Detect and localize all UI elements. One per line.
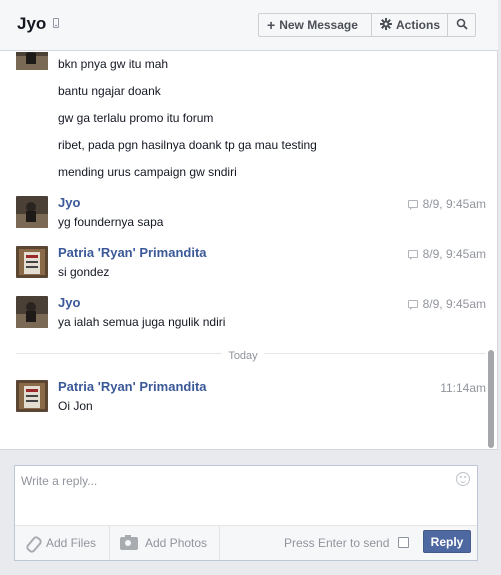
avatar-jyo[interactable] xyxy=(16,296,48,328)
chat-bubble-icon xyxy=(407,300,418,310)
message-text: ribet, pada pgn hasilnya doank tp ga mau… xyxy=(58,138,317,152)
message-sender[interactable]: Jyo xyxy=(58,295,80,310)
message-timestamp: 8/9, 9:45am xyxy=(407,297,486,311)
timestamp-text: 8/9, 9:45am xyxy=(422,297,486,311)
gear-icon xyxy=(380,18,392,32)
message-timestamp: 8/9, 9:45am xyxy=(407,247,486,261)
search-button[interactable] xyxy=(448,13,476,37)
avatar-patria[interactable] xyxy=(16,380,48,412)
search-icon xyxy=(456,18,468,33)
chat-bubble-icon xyxy=(407,200,418,210)
message-text: ya ialah semua juga ngulik ndiri xyxy=(58,315,226,329)
header-button-group: + New Message Actions xyxy=(258,13,476,37)
timestamp-text: 8/9, 9:45am xyxy=(422,247,486,261)
avatar-patria[interactable] xyxy=(16,246,48,278)
scrollbar-thumb[interactable] xyxy=(488,350,494,448)
message-text: gw ga terlalu promo itu forum xyxy=(58,111,214,125)
enter-to-send-label: Press Enter to send xyxy=(284,536,390,550)
message-panel: Jyo + New Message Actions bkn pnya gw it… xyxy=(0,0,498,575)
message-text: Oi Jon xyxy=(58,399,93,413)
mobile-icon xyxy=(53,18,59,28)
reply-input[interactable] xyxy=(15,466,477,524)
chat-bubble-icon xyxy=(407,250,418,260)
reply-button[interactable]: Reply xyxy=(423,530,471,553)
camera-icon xyxy=(120,534,138,550)
conversation-thread: bkn pnya gw itu mah bantu ngajar doank g… xyxy=(0,52,486,448)
message-text: mending urus campaign gw sndiri xyxy=(58,165,237,179)
new-message-label: New Message xyxy=(279,18,358,32)
paperclip-icon xyxy=(25,536,39,550)
message-sender[interactable]: Patria 'Ryan' Primandita xyxy=(58,379,207,394)
message-text: si gondez xyxy=(58,265,110,279)
date-divider-label: Today xyxy=(0,348,486,362)
add-photos-label: Add Photos xyxy=(145,536,208,550)
timestamp-text: 8/9, 9:45am xyxy=(422,197,486,211)
message-text: bantu ngajar doank xyxy=(58,84,161,98)
actions-button[interactable]: Actions xyxy=(372,13,448,37)
message-timestamp: 8/9, 9:45am xyxy=(407,197,486,211)
composer-area: Add Files Add Photos Press Enter to send… xyxy=(0,449,498,575)
add-files-label: Add Files xyxy=(46,536,97,550)
conversation-title[interactable]: Jyo xyxy=(17,14,46,34)
new-message-button[interactable]: + New Message xyxy=(258,13,372,37)
add-photos-button[interactable]: Add Photos xyxy=(110,526,220,560)
conversation-scrollbar[interactable] xyxy=(487,52,495,448)
plus-icon: + xyxy=(267,17,276,33)
message-sender[interactable]: Patria 'Ryan' Primandita xyxy=(58,245,207,260)
timestamp-text: 11:14am xyxy=(440,381,486,395)
composer-toolbar: Add Files Add Photos Press Enter to send… xyxy=(15,525,477,560)
emoji-icon[interactable] xyxy=(456,472,470,486)
add-files-button[interactable]: Add Files xyxy=(15,526,110,560)
message-sender[interactable]: Jyo xyxy=(58,195,80,210)
divider-text: Today xyxy=(222,350,264,362)
avatar-jyo[interactable] xyxy=(16,196,48,228)
enter-to-send-checkbox[interactable] xyxy=(398,537,409,548)
message-text: bkn pnya gw itu mah xyxy=(58,57,169,71)
reply-composer: Add Files Add Photos Press Enter to send… xyxy=(14,465,478,561)
conversation-header: Jyo + New Message Actions xyxy=(0,0,498,51)
avatar-jyo[interactable] xyxy=(16,52,48,70)
message-text: yg foundernya sapa xyxy=(58,215,164,229)
message-timestamp: 11:14am xyxy=(440,381,486,395)
actions-label: Actions xyxy=(396,18,441,32)
